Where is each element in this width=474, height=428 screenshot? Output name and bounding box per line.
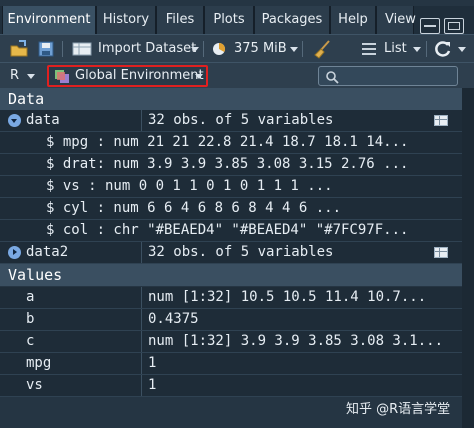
column-divider [141, 331, 142, 352]
broom-clear-icon[interactable] [312, 39, 332, 59]
data-structure-row: $ col : chr "#BEAED4" "#BEAED4" "#7FC97F… [0, 220, 474, 242]
environment-icon [55, 70, 69, 83]
minimize-pane-icon[interactable] [420, 18, 440, 34]
object-name: data2 [26, 244, 69, 260]
object-value: 1 [148, 355, 157, 371]
list-view-icon [362, 43, 376, 55]
object-name: c [26, 333, 35, 349]
tab-viewer[interactable]: View [376, 6, 416, 34]
environment-pane: Environment History Files Plots Packages… [0, 0, 474, 428]
object-value: 1 [148, 377, 157, 393]
import-dataset-button[interactable]: Import Dataset [98, 35, 196, 63]
structure-text: $ mpg : num 21 21 22.8 21.4 18.7 18.1 14… [46, 134, 409, 150]
data-section-title: Data [8, 90, 45, 108]
tab-bar: Environment History Files Plots Packages… [0, 6, 474, 34]
view-data-grid-icon[interactable] [434, 115, 448, 126]
values-section-title: Values [8, 266, 63, 284]
vertical-scrollbar[interactable] [462, 88, 474, 428]
search-input[interactable] [318, 66, 458, 86]
tab-plots[interactable]: Plots [204, 6, 254, 34]
object-value: 32 obs. of 5 variables [148, 244, 334, 260]
environment-dropdown-icon[interactable] [195, 74, 203, 79]
watermark: 知乎 @R语言学堂 [346, 402, 451, 417]
structure-text: $ cyl : num 6 6 4 6 8 6 8 4 4 6 ... [46, 200, 342, 216]
view-mode-dropdown-icon[interactable] [413, 47, 421, 52]
tab-history[interactable]: History [96, 6, 156, 34]
value-row-mpg[interactable]: mpg 1 [0, 353, 474, 375]
memory-usage-icon [213, 43, 226, 55]
structure-text: $ col : chr "#BEAED4" "#BEAED4" "#7FC97F… [46, 222, 409, 238]
environment-name: Global Environment [75, 68, 204, 83]
environment-selector-bar: R Global Environment [0, 62, 474, 89]
object-name: mpg [26, 355, 52, 371]
refresh-icon[interactable] [434, 40, 452, 58]
tab-environment[interactable]: Environment [2, 6, 96, 34]
column-divider [141, 353, 142, 374]
view-data-grid-icon[interactable] [434, 247, 448, 258]
memory-dropdown-icon[interactable] [290, 47, 298, 52]
value-row-b[interactable]: b 0.4375 [0, 309, 474, 331]
tab-files[interactable]: Files [156, 6, 204, 34]
data-row-data2[interactable]: data2 32 obs. of 5 variables [0, 242, 474, 264]
object-name: data [26, 112, 60, 128]
toolbar-separator [426, 41, 427, 57]
value-row-a[interactable]: a num [1:32] 10.5 10.5 11.4 10.7... [0, 287, 474, 309]
values-section-header: Values [0, 264, 474, 286]
toolbar-separator [62, 41, 63, 57]
tab-packages[interactable]: Packages [254, 6, 330, 34]
object-name: a [26, 289, 35, 305]
column-divider [141, 287, 142, 308]
language-selector[interactable]: R [10, 63, 19, 89]
data-structure-row: $ vs : num 0 0 1 1 0 1 0 1 1 1 ... [0, 176, 474, 198]
load-workspace-icon[interactable] [10, 40, 30, 58]
maximize-pane-icon[interactable] [444, 18, 464, 34]
save-workspace-icon[interactable] [38, 41, 54, 57]
search-icon [326, 71, 339, 84]
object-name: b [26, 311, 35, 327]
tab-help[interactable]: Help [330, 6, 376, 34]
view-mode-selector[interactable]: List [384, 35, 407, 63]
expand-icon[interactable] [8, 114, 21, 127]
environment-toolbar: Import Dataset 375 MiB List [0, 34, 474, 63]
value-row-vs[interactable]: vs 1 [0, 375, 474, 397]
object-value: num [1:32] 3.9 3.9 3.85 3.08 3.1... [148, 333, 444, 349]
data-structure-row: $ drat: num 3.9 3.9 3.85 3.08 3.15 2.76 … [0, 154, 474, 176]
object-value: 0.4375 [148, 311, 199, 327]
data-structure-row: $ cyl : num 6 6 4 6 8 6 8 4 4 6 ... [0, 198, 474, 220]
column-divider [141, 110, 142, 131]
object-value: 32 obs. of 5 variables [148, 112, 334, 128]
refresh-dropdown-icon[interactable] [458, 47, 466, 52]
import-dataset-dropdown-icon[interactable] [191, 47, 199, 52]
data-structure-row: $ mpg : num 21 21 22.8 21.4 18.7 18.1 14… [0, 132, 474, 154]
toolbar-separator [302, 41, 303, 57]
column-divider [141, 375, 142, 396]
expand-icon[interactable] [8, 246, 21, 259]
value-row-c[interactable]: c num [1:32] 3.9 3.9 3.85 3.08 3.1... [0, 331, 474, 353]
import-dataset-icon [72, 42, 92, 56]
toolbar-separator [203, 41, 204, 57]
data-row-data[interactable]: data 32 obs. of 5 variables [0, 110, 474, 132]
language-dropdown-icon[interactable] [27, 74, 35, 79]
structure-text: $ drat: num 3.9 3.9 3.85 3.08 3.15 2.76 … [46, 156, 409, 172]
memory-usage-label[interactable]: 375 MiB [234, 35, 287, 63]
column-divider [141, 242, 142, 263]
object-name: vs [26, 377, 43, 393]
data-section-header: Data [0, 88, 474, 110]
structure-text: $ vs : num 0 0 1 1 0 1 0 1 1 1 ... [46, 178, 333, 194]
environment-selector[interactable]: Global Environment [47, 65, 208, 87]
column-divider [141, 309, 142, 330]
object-value: num [1:32] 10.5 10.5 11.4 10.7... [148, 289, 427, 305]
